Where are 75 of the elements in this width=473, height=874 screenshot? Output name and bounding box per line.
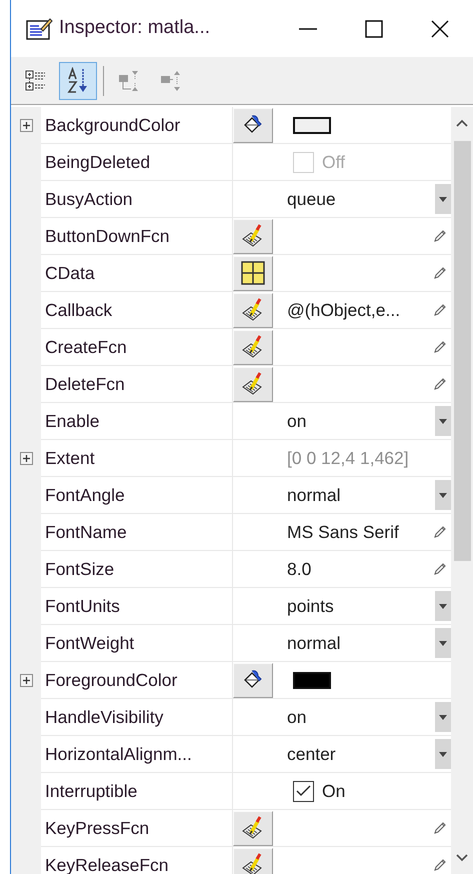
checkbox-label: On [322, 780, 346, 803]
dropdown-arrow-icon [439, 714, 447, 720]
toolbar-button[interactable] [59, 62, 97, 100]
pencil-icon[interactable] [433, 821, 447, 835]
dropdown-value: points [287, 594, 334, 618]
dropdown-field[interactable]: center [273, 736, 451, 772]
property-name: FontAngle [41, 477, 233, 513]
value-text: 8.0 [287, 558, 312, 581]
dropdown-value: normal [287, 632, 340, 655]
pencil-icon[interactable] [433, 266, 447, 280]
document-edit-icon [25, 16, 53, 42]
property-name: FontSize [41, 551, 233, 587]
expand-plus-icon[interactable] [20, 119, 32, 132]
dropdown-field[interactable]: on [273, 403, 451, 439]
scrollbar-thumb[interactable] [454, 141, 470, 561]
editor-button[interactable] [233, 218, 273, 254]
dropdown-field[interactable]: normal [273, 477, 451, 513]
property-name: BeingDeleted [41, 144, 233, 180]
dropdown-field[interactable]: points [273, 588, 451, 624]
editor-button[interactable] [233, 810, 273, 846]
grid-icon [241, 261, 265, 285]
editor-button[interactable] [233, 662, 273, 698]
dropdown-value: center [287, 742, 336, 766]
dropdown-field[interactable]: normal [273, 625, 451, 661]
color-swatch[interactable] [293, 116, 331, 134]
dropdown-arrow-icon [439, 418, 447, 424]
editor-button[interactable] [233, 848, 273, 874]
pencil-icon[interactable] [433, 562, 447, 576]
pencil-icon[interactable] [433, 303, 447, 317]
property-name: Interruptible [41, 773, 233, 809]
window-title: Inspector: matla... [59, 16, 210, 40]
color-swatch[interactable] [293, 672, 331, 688]
dropdown-arrow-icon [439, 752, 447, 756]
value-text: MS Sans Serif [287, 520, 399, 544]
dropdown-arrow-icon [439, 604, 447, 608]
pencil-icon[interactable] [433, 525, 447, 539]
dropdown-field[interactable]: queue [273, 181, 451, 217]
dropdown-arrow-icon [439, 196, 447, 202]
dropdown-value: queue [287, 188, 336, 211]
scroll-up-icon[interactable] [456, 119, 468, 127]
pencil-icon[interactable] [433, 377, 447, 391]
property-name: HorizontalAlignm... [41, 736, 233, 772]
editor-button[interactable] [233, 256, 273, 290]
dropdown-value: normal [287, 484, 340, 507]
expand-plus-icon[interactable] [20, 674, 32, 687]
editor-button[interactable] [233, 330, 273, 364]
editor-button[interactable] [233, 108, 273, 142]
property-name: FontName [41, 514, 233, 550]
maximize-icon [365, 20, 383, 38]
pencil-icon[interactable] [433, 858, 447, 872]
editor-button[interactable] [233, 292, 273, 328]
scroll-down-icon[interactable] [456, 854, 468, 862]
editor-button[interactable] [233, 366, 273, 402]
property-name: FontWeight [41, 625, 233, 661]
property-name: Extent [41, 440, 233, 476]
dropdown-value: on [287, 410, 306, 433]
dropdown-value: on [287, 706, 306, 729]
property-name: BusyAction [41, 181, 233, 217]
value-text: @(hObject,e... [287, 298, 400, 322]
dropdown-arrow-icon [439, 492, 447, 498]
property-name: Enable [41, 403, 233, 439]
checkbox-label: Off [322, 150, 346, 174]
dropdown-arrow-icon [439, 640, 447, 646]
scrollbar[interactable] [451, 107, 473, 874]
pencil-icon[interactable] [433, 229, 447, 243]
dropdown-field[interactable]: on [273, 699, 451, 735]
value-text: [0 0 12,4 1,462] [287, 446, 409, 470]
check-icon [296, 785, 311, 797]
minimize-icon [299, 28, 317, 30]
pencil-icon[interactable] [433, 340, 447, 354]
expand-plus-icon[interactable] [20, 452, 32, 465]
close-icon [431, 20, 449, 38]
property-name: HandleVisibility [41, 699, 233, 735]
property-name: FontUnits [41, 588, 233, 624]
checkbox[interactable] [293, 780, 314, 802]
